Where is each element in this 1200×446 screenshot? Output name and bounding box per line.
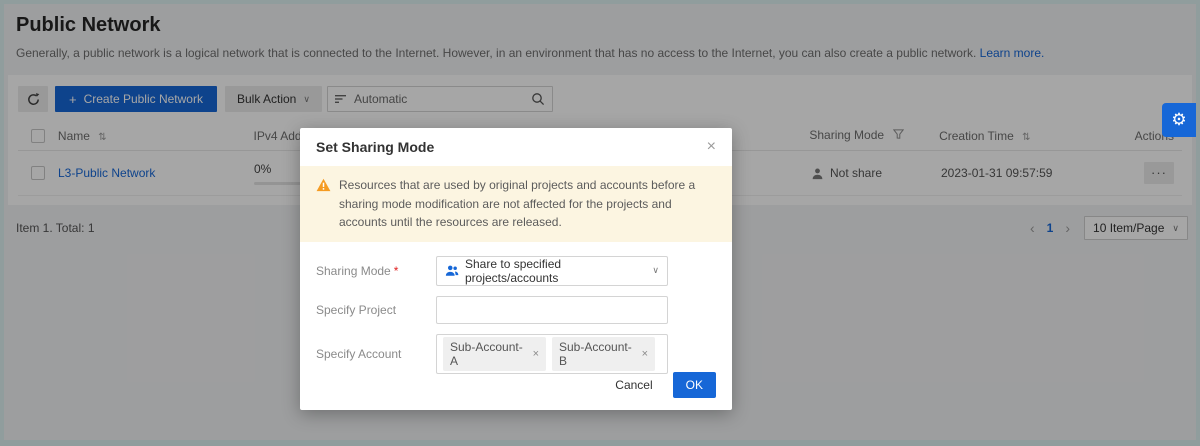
close-icon[interactable]: ×	[707, 139, 716, 155]
tag-remove-icon[interactable]: ×	[533, 348, 539, 360]
share-users-icon	[445, 264, 459, 277]
account-tag: Sub-Account-A ×	[443, 337, 546, 371]
warning-alert: Resources that are used by original proj…	[300, 166, 732, 242]
warning-text: Resources that are used by original proj…	[339, 176, 716, 232]
chevron-down-icon: ∨	[652, 265, 659, 276]
account-tag-label: Sub-Account-A	[450, 340, 527, 368]
specify-account-row: Specify Account Sub-Account-A × Sub-Acco…	[316, 334, 716, 374]
specify-project-label: Specify Project	[316, 303, 436, 317]
sharing-mode-label: Sharing Mode*	[316, 264, 436, 278]
sharing-mode-label-text: Sharing Mode	[316, 264, 391, 278]
window-frame: Public Network Generally, a public netwo…	[0, 0, 1200, 446]
modal-title: Set Sharing Mode	[316, 139, 434, 155]
specify-account-input[interactable]: Sub-Account-A × Sub-Account-B ×	[436, 334, 668, 374]
modal-body: Sharing Mode* Share to specified project…	[300, 242, 732, 374]
specify-project-input[interactable]	[436, 296, 668, 324]
gear-icon: ⚙	[1171, 110, 1186, 130]
specify-account-label: Specify Account	[316, 347, 436, 361]
set-sharing-mode-modal: Set Sharing Mode × Resources that are us…	[300, 128, 732, 410]
public-network-page: Public Network Generally, a public netwo…	[4, 4, 1196, 440]
ok-button[interactable]: OK	[673, 372, 716, 398]
modal-header: Set Sharing Mode ×	[300, 128, 732, 166]
warning-icon	[316, 178, 331, 192]
sharing-mode-row: Sharing Mode* Share to specified project…	[316, 256, 716, 286]
required-mark: *	[394, 264, 399, 278]
sharing-mode-select[interactable]: Share to specified projects/accounts ∨	[436, 256, 668, 286]
modal-footer: Cancel OK	[615, 372, 716, 398]
sharing-mode-value: Share to specified projects/accounts	[465, 257, 645, 285]
account-tag: Sub-Account-B ×	[552, 337, 655, 371]
cancel-button[interactable]: Cancel	[615, 378, 652, 392]
table-settings-button[interactable]: ⚙	[1162, 103, 1196, 137]
specify-project-row: Specify Project	[316, 296, 716, 324]
account-tag-label: Sub-Account-B	[559, 340, 636, 368]
tag-remove-icon[interactable]: ×	[642, 348, 648, 360]
